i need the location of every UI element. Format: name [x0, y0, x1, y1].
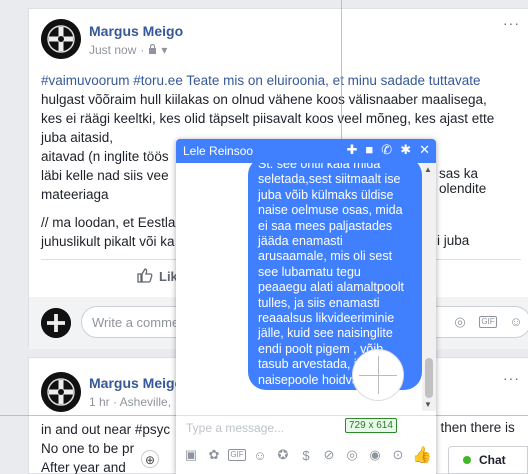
globe-icon[interactable]: ⊕ — [141, 450, 159, 468]
location-icon[interactable]: ⊙ — [389, 447, 407, 463]
add-person-icon[interactable]: ✚ — [347, 142, 358, 158]
money-icon[interactable]: $ — [297, 448, 315, 463]
sticker-icon[interactable]: ☺ — [507, 314, 525, 330]
dimension-badge: 729 x 614 — [345, 418, 397, 433]
mic-icon[interactable]: ◉ — [366, 447, 384, 463]
chat-tab-label: Chat — [479, 453, 506, 467]
sticker-icon[interactable]: ✿ — [205, 447, 223, 463]
chat-header[interactable]: Lele Reinsoo ✚ ■ ✆ ✱ ✕ — [176, 139, 436, 163]
scroll-up-icon[interactable]: ▲ — [424, 165, 432, 174]
gear-icon[interactable]: ✱ — [400, 142, 411, 158]
scrollbar-thumb[interactable] — [425, 358, 433, 398]
chat-title[interactable]: Lele Reinsoo — [183, 144, 253, 158]
post-line-3: kes ei räägi keeltki, kes olid täpselt p… — [41, 111, 495, 126]
cross-emblem-icon — [41, 372, 81, 412]
scroll-down-icon[interactable]: ▼ — [424, 400, 432, 409]
post-line-2: hulgast võõraim hull kiilakas on olnud v… — [41, 92, 487, 107]
chat-toolbar: ▣ ✿ GIF ☺ ✪ $ ⊘ ◎ ◉ ⊙ 👍 — [176, 439, 436, 471]
close-icon[interactable]: ✕ — [419, 142, 430, 158]
post-time[interactable]: Just now — [89, 43, 136, 57]
message-input[interactable]: Type a message... — [176, 415, 436, 439]
post-line-1: #vaimuvoorum #toru.ee Teate mis on eluir… — [41, 73, 481, 88]
comment-input-icons: ◎ GIF ☺ — [451, 314, 525, 330]
chat-sidebar-tab[interactable]: Chat — [448, 446, 528, 474]
post-fragment-right: ; then there is — [433, 420, 515, 435]
camera-icon[interactable]: ◎ — [451, 314, 469, 330]
more-options-icon[interactable]: ··· — [503, 15, 520, 31]
author-name[interactable]: Margus Meigo — [89, 23, 183, 39]
camera-icon[interactable]: ◎ — [343, 447, 361, 463]
post-fragment-right-1: sas ka olendite — [439, 166, 487, 196]
author-avatar[interactable] — [41, 19, 81, 59]
thumbs-up-icon — [137, 267, 153, 286]
commenter-avatar — [41, 308, 71, 338]
dot-separator: · — [140, 43, 145, 57]
gif-icon[interactable]: GIF — [479, 316, 497, 328]
scrollbar[interactable]: ▲ ▼ — [422, 163, 436, 411]
author-name[interactable]: Margus Meigo — [89, 375, 183, 391]
like-send-icon[interactable]: 👍 — [412, 445, 432, 465]
attach-icon[interactable]: ⊘ — [320, 447, 338, 463]
author-avatar[interactable] — [41, 372, 81, 412]
emoji-icon[interactable]: ☺ — [251, 448, 269, 463]
like-button[interactable]: Lik — [137, 267, 178, 286]
lock-icon — [148, 43, 157, 57]
cross-emblem-icon — [41, 308, 71, 338]
post-line-1: in and out near #psyc — [41, 422, 171, 437]
post-meta: Just now · ▾ — [89, 43, 167, 57]
like-label: Lik — [159, 269, 178, 284]
chat-header-actions: ✚ ■ ✆ ✱ ✕ — [347, 142, 430, 158]
cross-emblem-icon — [41, 19, 81, 59]
chat-messages[interactable]: St. see ontli kala mida seletada,sest si… — [176, 163, 436, 411]
chevron-down-icon[interactable]: ▾ — [161, 43, 167, 57]
chat-window: Lele Reinsoo ✚ ■ ✆ ✱ ✕ St. see ontli kal… — [176, 139, 436, 474]
phone-icon[interactable]: ✆ — [381, 142, 392, 158]
post-fragment-right-2: i juba — [437, 233, 470, 248]
post-meta[interactable]: 1 hr · Asheville, — [89, 395, 171, 409]
image-icon[interactable]: ▣ — [182, 447, 200, 463]
seen-avatar — [352, 349, 404, 401]
video-call-icon[interactable]: ■ — [365, 142, 373, 158]
game-icon[interactable]: ✪ — [274, 447, 292, 463]
more-options-icon[interactable]: ··· — [503, 370, 520, 386]
gif-icon[interactable]: GIF — [228, 449, 246, 461]
online-status-dot — [463, 456, 471, 464]
